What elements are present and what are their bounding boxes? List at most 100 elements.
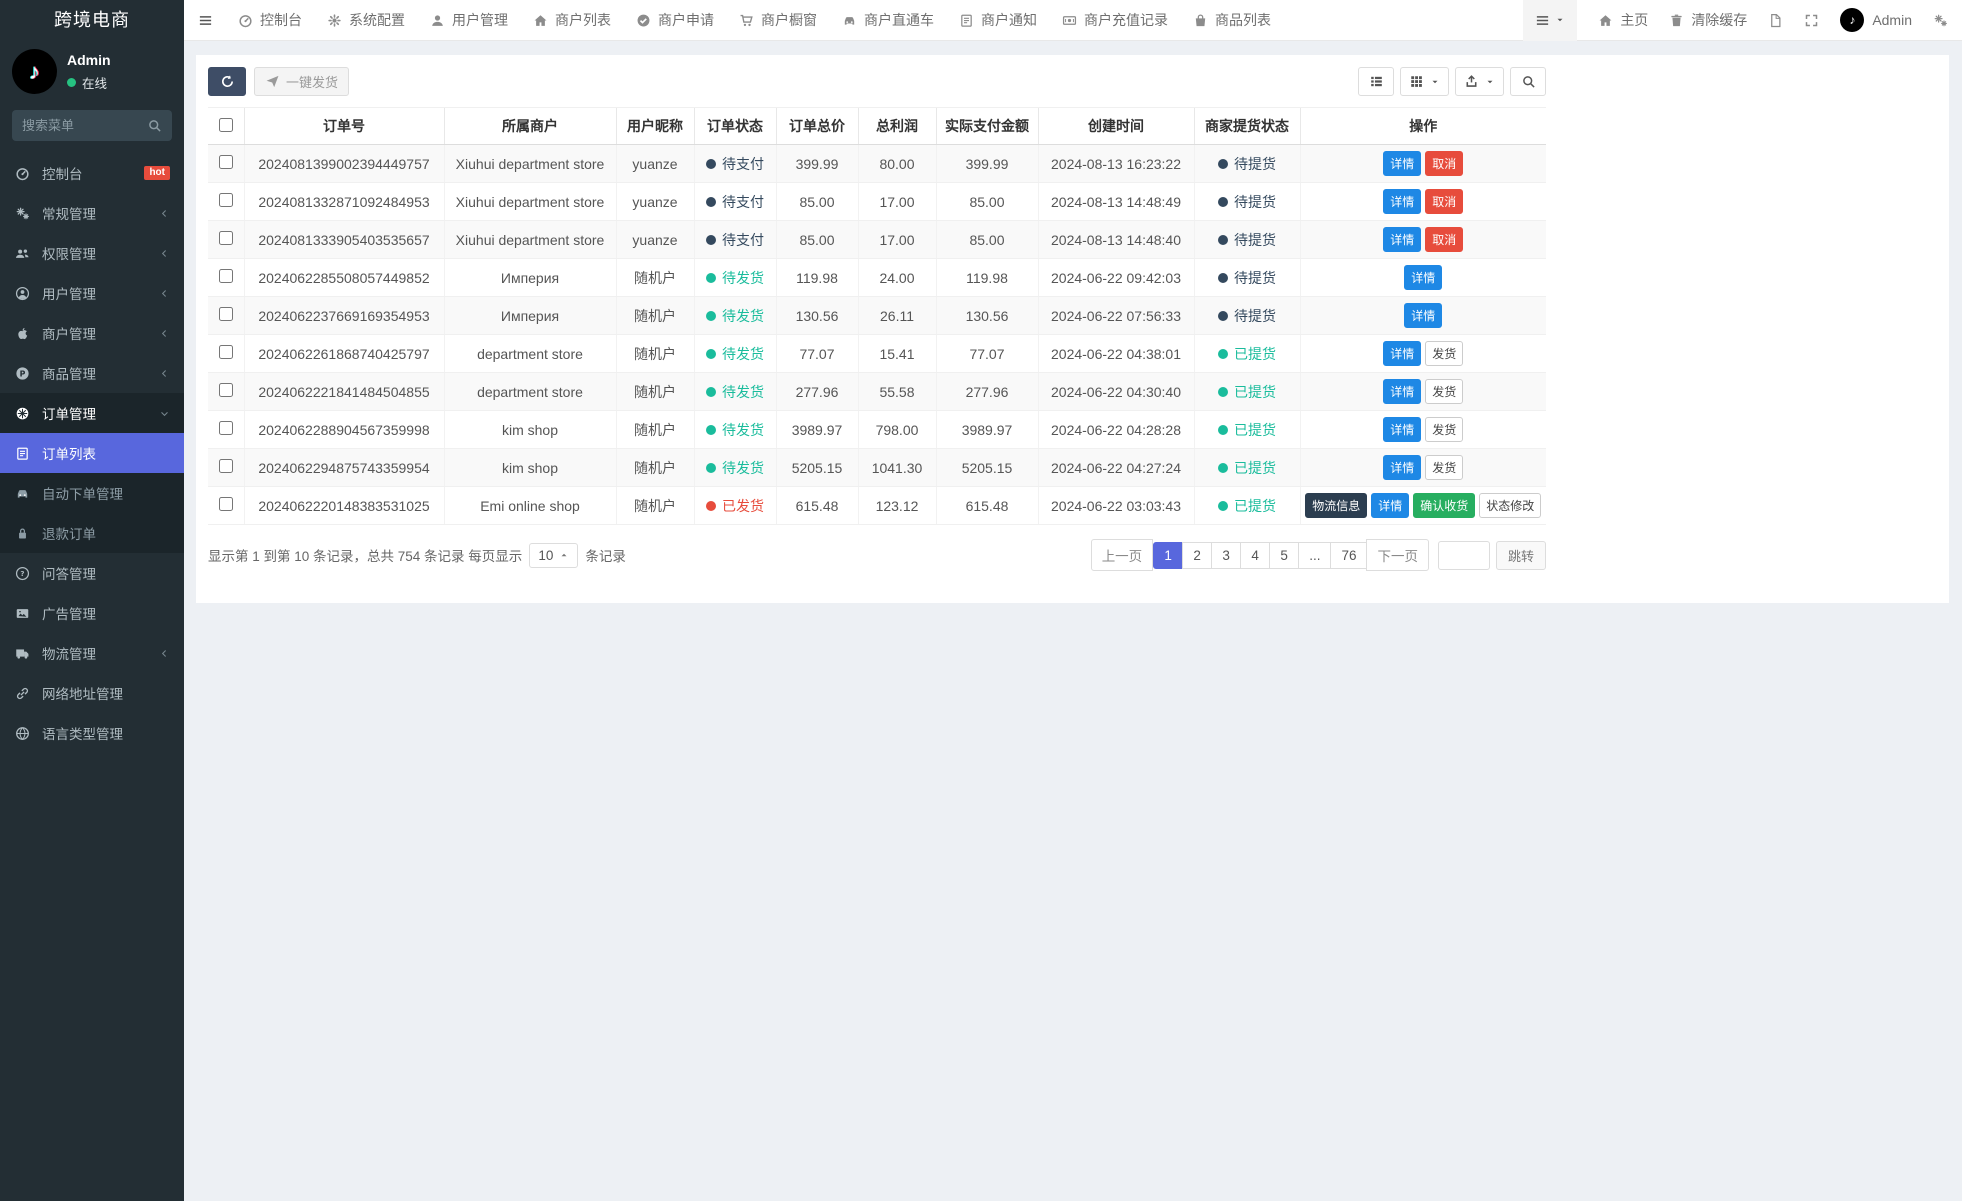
- order-status-label: 待支付: [722, 154, 764, 174]
- page-ellipsis[interactable]: ...: [1298, 542, 1331, 569]
- detail-button[interactable]: 详情: [1383, 227, 1421, 252]
- nav-home-label: 主页: [1620, 10, 1648, 30]
- nav-item-merchant-recharge[interactable]: 商户充值记录: [1062, 10, 1168, 30]
- ship-button[interactable]: 发货: [1425, 379, 1463, 404]
- detail-button[interactable]: 详情: [1383, 189, 1421, 214]
- sidebar-item-logistics[interactable]: 物流管理: [0, 633, 184, 673]
- row-checkbox[interactable]: [219, 307, 233, 321]
- status-dot-icon: [706, 425, 716, 435]
- nav-item-product-list[interactable]: 商品列表: [1193, 10, 1271, 30]
- row-checkbox[interactable]: [219, 421, 233, 435]
- pickup-status: 已提货: [1218, 344, 1276, 364]
- ship-all-button[interactable]: 一键发货: [254, 67, 349, 96]
- fullscreen-icon[interactable]: [1804, 13, 1819, 28]
- pagination-info: 显示第 1 到第 10 条记录，总共 754 条记录 每页显示 10 条记录: [208, 543, 626, 568]
- page-76[interactable]: 76: [1330, 542, 1367, 569]
- nav-item-system-config[interactable]: 系统配置: [327, 10, 405, 30]
- confirm-button[interactable]: 确认收货: [1413, 493, 1475, 518]
- sidebar-item-general[interactable]: 常规管理: [0, 193, 184, 233]
- cancel-button[interactable]: 取消: [1425, 151, 1463, 176]
- ship-button[interactable]: 发货: [1425, 417, 1463, 442]
- modify-button[interactable]: 状态修改: [1479, 493, 1541, 518]
- cell-merchant: Xiuhui department store: [444, 183, 616, 221]
- cell-total: 615.48: [776, 487, 858, 525]
- sidebar-item-ad[interactable]: 广告管理: [0, 593, 184, 633]
- jump-page-input[interactable]: [1438, 541, 1490, 570]
- cell-checkbox: [208, 373, 244, 411]
- nav-item-merchant-list[interactable]: 商户列表: [533, 10, 611, 30]
- hamburger-icon[interactable]: [198, 13, 213, 28]
- row-checkbox[interactable]: [219, 231, 233, 245]
- detail-button[interactable]: 详情: [1371, 493, 1409, 518]
- sidebar-item-refund-order[interactable]: 退款订单: [0, 513, 184, 553]
- cell-status: 待支付: [694, 221, 776, 259]
- nav-clear-cache[interactable]: 清除缓存: [1669, 10, 1747, 30]
- sidebar-item-order-list[interactable]: 订单列表: [0, 433, 184, 473]
- sidebar-item-permission[interactable]: 权限管理: [0, 233, 184, 273]
- row-checkbox[interactable]: [219, 383, 233, 397]
- sidebar-item-auto-order[interactable]: 自动下单管理: [0, 473, 184, 513]
- row-checkbox[interactable]: [219, 155, 233, 169]
- page-numbers: 12345...76: [1153, 542, 1367, 569]
- ship-button[interactable]: 发货: [1425, 455, 1463, 480]
- sidebar-item-qa[interactable]: ?问答管理: [0, 553, 184, 593]
- page-4[interactable]: 4: [1240, 542, 1270, 569]
- detail-button[interactable]: 详情: [1383, 379, 1421, 404]
- admin-dropdown[interactable]: ♪ Admin: [1840, 8, 1912, 32]
- sidebar-item-order[interactable]: 订单管理: [0, 393, 184, 433]
- nav-item-merchant-notice[interactable]: 商户通知: [959, 10, 1037, 30]
- detail-button[interactable]: 详情: [1404, 303, 1442, 328]
- refresh-button[interactable]: [208, 67, 246, 96]
- cancel-button[interactable]: 取消: [1425, 227, 1463, 252]
- row-checkbox[interactable]: [219, 345, 233, 359]
- row-checkbox[interactable]: [219, 459, 233, 473]
- detail-button[interactable]: 详情: [1383, 417, 1421, 442]
- row-checkbox[interactable]: [219, 269, 233, 283]
- sidebar-item-merchant[interactable]: 商户管理: [0, 313, 184, 353]
- search-toggle-button[interactable]: [1510, 67, 1546, 96]
- nav-home[interactable]: 主页: [1598, 10, 1648, 30]
- select-all-checkbox[interactable]: [219, 118, 233, 132]
- row-checkbox[interactable]: [219, 497, 233, 511]
- nav-item-label: 商户通知: [981, 10, 1037, 30]
- prev-page-button[interactable]: 上一页: [1091, 539, 1154, 571]
- detail-button[interactable]: 详情: [1383, 151, 1421, 176]
- nav-item-merchant-apply[interactable]: 商户申请: [636, 10, 714, 30]
- menu-search-input[interactable]: [22, 118, 139, 133]
- nav-item-merchant-window[interactable]: 商户橱窗: [739, 10, 817, 30]
- row-checkbox[interactable]: [219, 193, 233, 207]
- export-button[interactable]: [1455, 67, 1504, 96]
- column-header-9: 操作: [1300, 108, 1546, 145]
- page-3[interactable]: 3: [1211, 542, 1241, 569]
- page-size-dropdown[interactable]: 10: [529, 543, 578, 568]
- jump-button[interactable]: 跳转: [1496, 541, 1546, 570]
- page-5[interactable]: 5: [1269, 542, 1299, 569]
- orders-table: 订单号所属商户用户昵称订单状态订单总价总利润实际支付金额创建时间商家提货状态操作…: [208, 107, 1546, 525]
- sidebar-item-product[interactable]: P商品管理: [0, 353, 184, 393]
- sidebar-item-console[interactable]: 控制台hot: [0, 153, 184, 193]
- logistics-button[interactable]: 物流信息: [1305, 493, 1367, 518]
- detail-button[interactable]: 详情: [1404, 265, 1442, 290]
- sidebar-item-language-type[interactable]: 语言类型管理: [0, 713, 184, 753]
- next-page-button[interactable]: 下一页: [1366, 539, 1429, 571]
- nav-item-user-management[interactable]: 用户管理: [430, 10, 508, 30]
- file-icon[interactable]: [1768, 13, 1783, 28]
- status-dot-icon: [1218, 235, 1228, 245]
- cancel-button[interactable]: 取消: [1425, 189, 1463, 214]
- sidebar-item-network-address[interactable]: 网络地址管理: [0, 673, 184, 713]
- gear-icon[interactable]: [1933, 13, 1948, 28]
- columns-button[interactable]: [1400, 67, 1449, 96]
- cell-paid: 399.99: [936, 145, 1038, 183]
- sidebar-item-user[interactable]: 用户管理: [0, 273, 184, 313]
- cell-paid: 130.56: [936, 297, 1038, 335]
- page-1[interactable]: 1: [1153, 542, 1183, 569]
- detail-button[interactable]: 详情: [1383, 341, 1421, 366]
- nav-item-merchant-express[interactable]: 商户直通车: [842, 10, 934, 30]
- nav-menu-toggle[interactable]: [1523, 0, 1577, 41]
- home-icon: [1598, 13, 1613, 28]
- detail-view-button[interactable]: [1358, 67, 1394, 96]
- detail-button[interactable]: 详情: [1383, 455, 1421, 480]
- page-2[interactable]: 2: [1182, 542, 1212, 569]
- ship-button[interactable]: 发货: [1425, 341, 1463, 366]
- nav-item-console[interactable]: 控制台: [238, 10, 302, 30]
